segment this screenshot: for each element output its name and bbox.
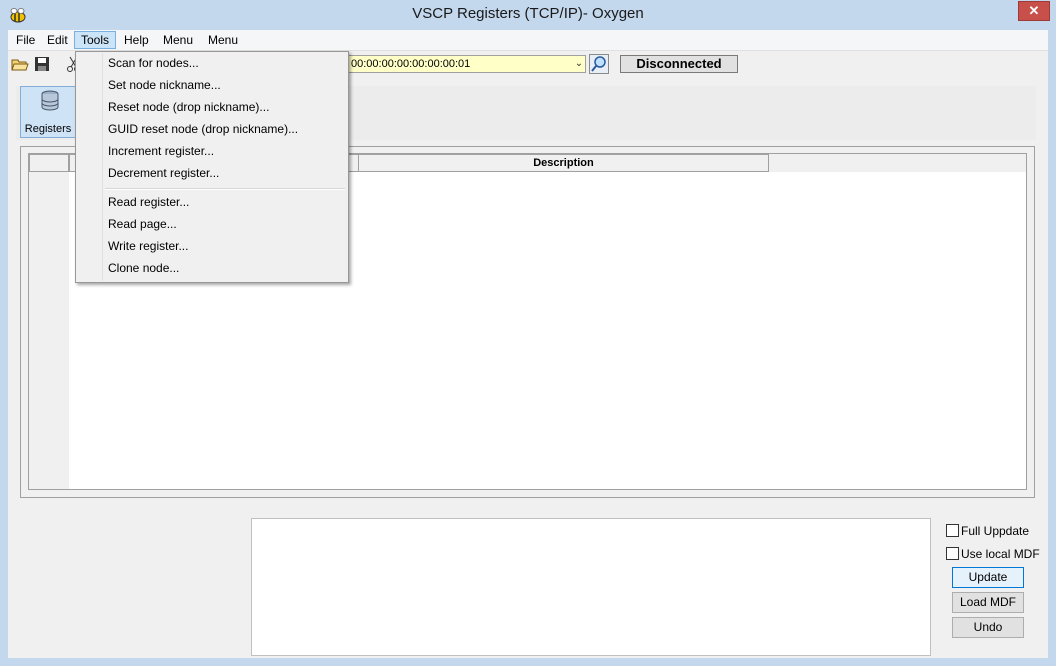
guid-select[interactable]: 00:00:00:00:00:00:00:01 xyxy=(348,55,586,73)
full-update-checkbox[interactable] xyxy=(946,524,959,537)
menu-separator xyxy=(105,188,345,190)
use-local-mdf-checkbox[interactable] xyxy=(946,547,959,560)
menu-item-read-page[interactable]: Read page... xyxy=(108,214,177,234)
menu-item-guid-reset-node[interactable]: GUID reset node (drop nickname)... xyxy=(108,119,298,139)
grid-corner[interactable] xyxy=(29,154,69,172)
grid-row-header xyxy=(29,154,69,489)
info-panel[interactable] xyxy=(251,518,931,656)
title-bar[interactable]: VSCP Registers (TCP/IP)- Oxygen ✕ xyxy=(0,0,1056,30)
menu-file[interactable]: File xyxy=(10,31,41,49)
load-mdf-button[interactable]: Load MDF xyxy=(952,592,1024,613)
window-title: VSCP Registers (TCP/IP)- Oxygen xyxy=(412,5,644,22)
column-header-description[interactable]: Description xyxy=(358,154,769,172)
search-icon xyxy=(591,56,606,72)
menu-item-decrement-register[interactable]: Decrement register... xyxy=(108,163,219,183)
chevron-down-icon[interactable]: ⌄ xyxy=(572,56,586,72)
menu-item-reset-node[interactable]: Reset node (drop nickname)... xyxy=(108,97,269,117)
full-update-label: Full Uppdate xyxy=(961,524,1030,538)
update-button[interactable]: Update xyxy=(952,567,1024,588)
menu-help[interactable]: Help xyxy=(118,31,155,49)
menu-item-read-register[interactable]: Read register... xyxy=(108,192,189,212)
menu-gutter xyxy=(102,53,103,281)
database-icon xyxy=(41,90,59,111)
connection-status-button[interactable]: Disconnected xyxy=(620,55,738,73)
close-button[interactable]: ✕ xyxy=(1018,1,1050,21)
use-local-mdf-label: Use local MDF xyxy=(961,547,1040,561)
menu-item-clone-node[interactable]: Clone node... xyxy=(108,258,179,278)
menu-item-write-register[interactable]: Write register... xyxy=(108,236,188,256)
menu-item-increment-register[interactable]: Increment register... xyxy=(108,141,214,161)
menu-item-scan-for-nodes[interactable]: Scan for nodes... xyxy=(108,53,199,73)
menu-menu-2[interactable]: Menu xyxy=(202,31,244,49)
scan-button[interactable] xyxy=(589,54,609,74)
menu-item-set-node-nickname[interactable]: Set node nickname... xyxy=(108,75,221,95)
menu-tools[interactable]: Tools xyxy=(74,31,117,49)
menu-edit[interactable]: Edit xyxy=(41,31,74,49)
menu-bar: File Edit Tools Help Menu Menu xyxy=(8,30,1048,51)
menu-menu-1[interactable]: Menu xyxy=(157,31,199,49)
folder-open-icon[interactable] xyxy=(11,55,29,73)
save-icon[interactable] xyxy=(33,55,51,73)
undo-button[interactable]: Undo xyxy=(952,617,1024,638)
registers-label: Registers xyxy=(24,123,72,135)
